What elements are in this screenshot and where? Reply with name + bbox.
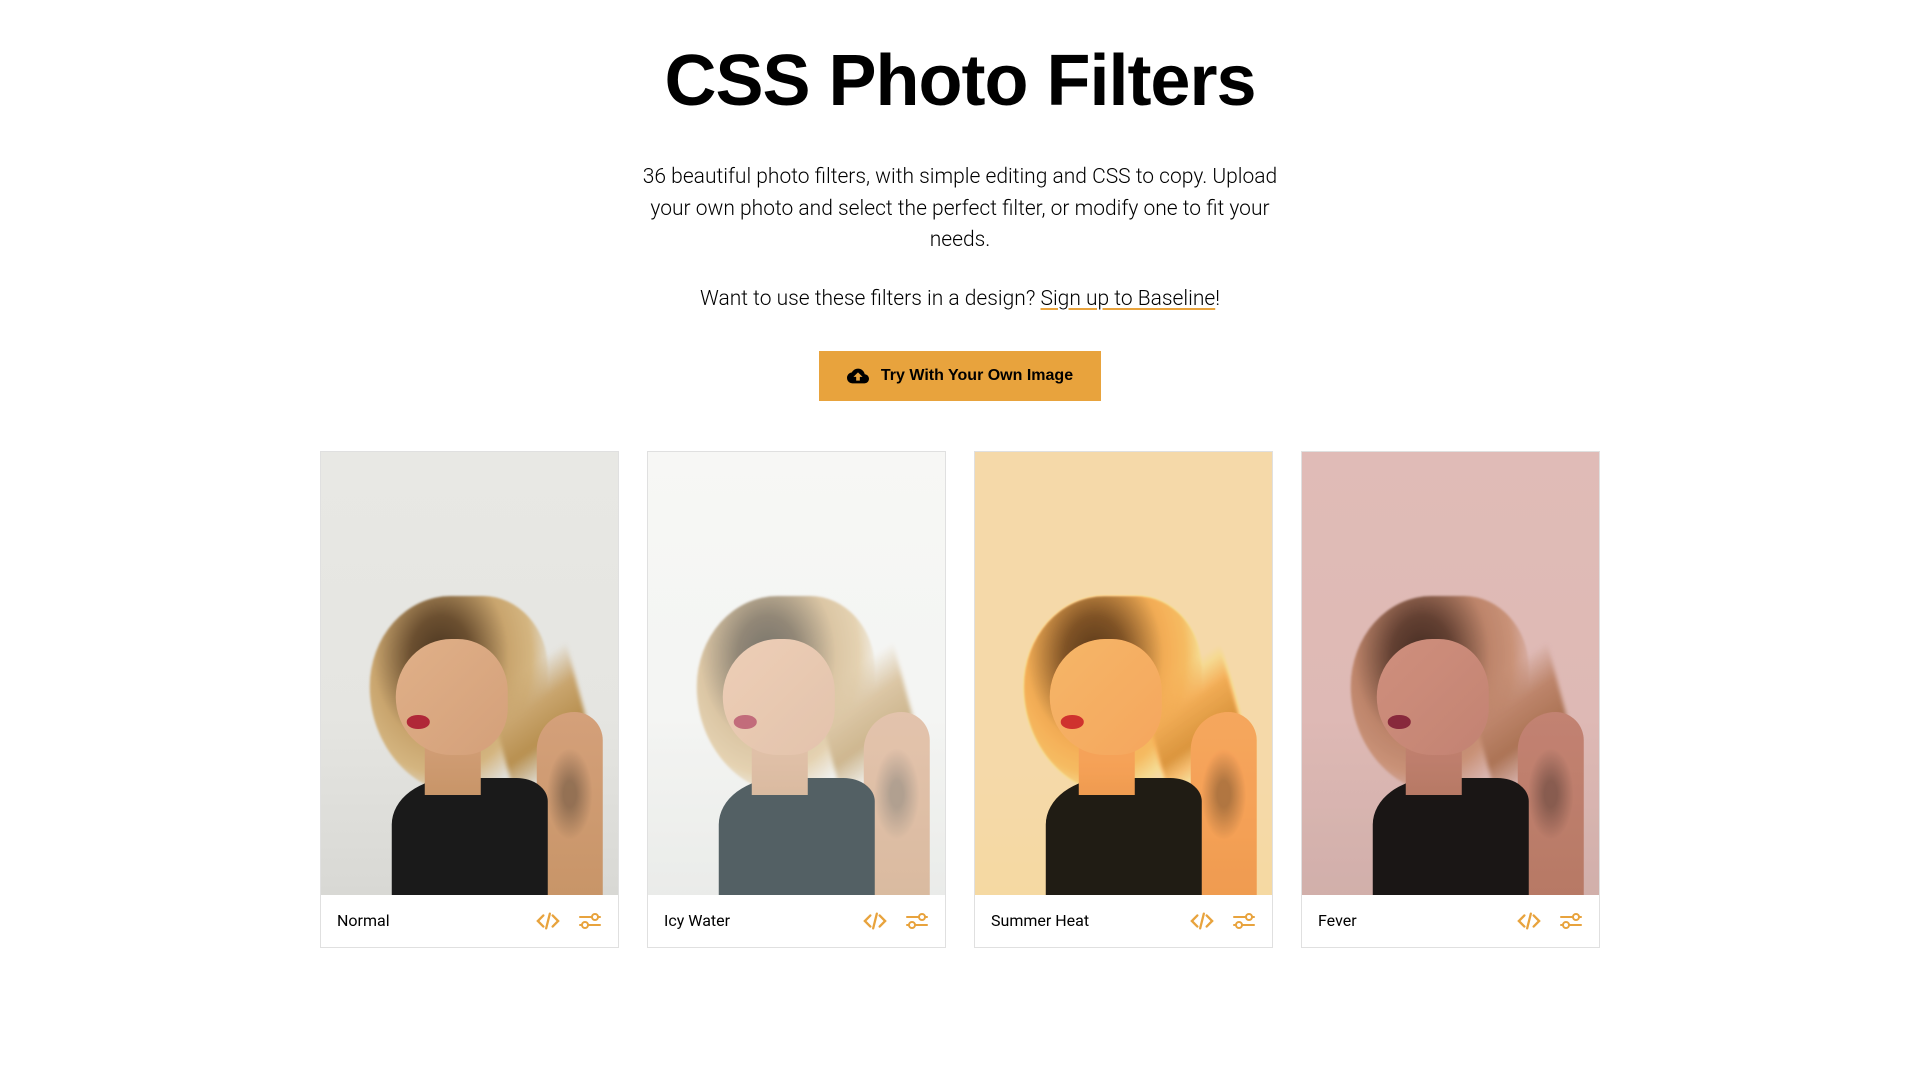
copy-css-button[interactable] [1190, 909, 1214, 933]
sliders-icon [578, 911, 602, 931]
page-description: 36 beautiful photo filters, with simple … [640, 162, 1280, 257]
edit-filter-button[interactable] [1232, 909, 1256, 933]
filter-footer: Normal [321, 895, 618, 947]
signup-link[interactable]: Sign up to Baseline [1041, 287, 1216, 311]
filter-actions [863, 909, 929, 933]
code-icon [536, 911, 560, 931]
filter-footer: Summer Heat [975, 895, 1272, 947]
filter-preview[interactable] [321, 452, 618, 895]
code-icon [863, 911, 887, 931]
upload-button[interactable]: Try With Your Own Image [819, 351, 1101, 401]
edit-filter-button[interactable] [578, 909, 602, 933]
sliders-icon [1559, 911, 1583, 931]
filter-card-fever: Fever [1301, 451, 1600, 948]
filter-preview[interactable] [648, 452, 945, 895]
filter-preview[interactable] [1302, 452, 1599, 895]
edit-filter-button[interactable] [905, 909, 929, 933]
page-title: CSS Photo Filters [320, 40, 1600, 122]
copy-css-button[interactable] [536, 909, 560, 933]
filter-name-label: Fever [1318, 911, 1357, 930]
filter-footer: Fever [1302, 895, 1599, 947]
code-icon [1517, 911, 1541, 931]
sliders-icon [1232, 911, 1256, 931]
copy-css-button[interactable] [863, 909, 887, 933]
filter-actions [536, 909, 602, 933]
upload-button-label: Try With Your Own Image [881, 367, 1073, 385]
filter-card-summer-heat: Summer Heat [974, 451, 1273, 948]
filter-card-icy-water: Icy Water [647, 451, 946, 948]
cta-prefix: Want to use these filters in a design? [700, 287, 1041, 311]
edit-filter-button[interactable] [1559, 909, 1583, 933]
filter-actions [1517, 909, 1583, 933]
cta-text: Want to use these filters in a design? S… [320, 287, 1600, 311]
filter-name-label: Normal [337, 911, 390, 930]
filter-preview[interactable] [975, 452, 1272, 895]
filter-name-label: Icy Water [664, 911, 730, 930]
cloud-upload-icon [847, 365, 869, 387]
filter-name-label: Summer Heat [991, 911, 1089, 930]
filter-card-normal: Normal [320, 451, 619, 948]
copy-css-button[interactable] [1517, 909, 1541, 933]
sample-photo [321, 452, 618, 895]
filters-grid: Normal [320, 451, 1600, 948]
sliders-icon [905, 911, 929, 931]
cta-suffix: ! [1215, 287, 1220, 311]
code-icon [1190, 911, 1214, 931]
filter-footer: Icy Water [648, 895, 945, 947]
filter-actions [1190, 909, 1256, 933]
